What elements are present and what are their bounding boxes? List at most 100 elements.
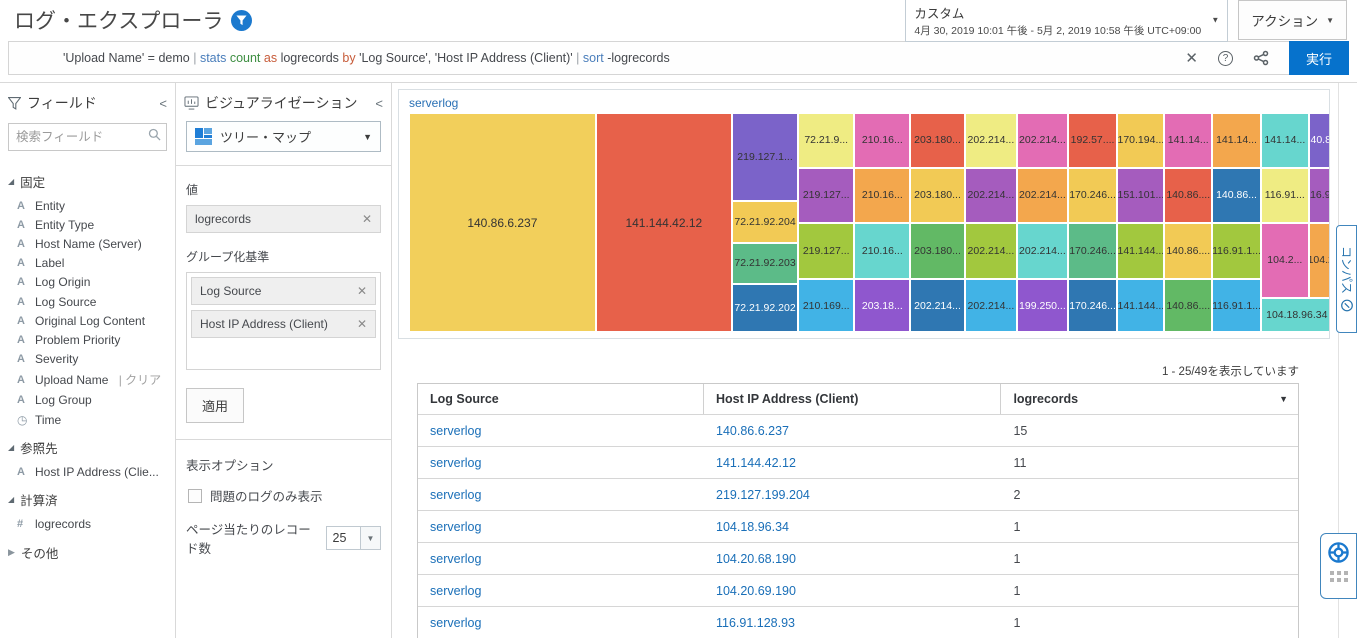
treemap-tile[interactable]: 202.214... xyxy=(965,223,1017,280)
log-source-link[interactable]: serverlog xyxy=(430,488,481,502)
field-item[interactable]: ◷Time xyxy=(8,410,169,429)
host-ip-link[interactable]: 141.144.42.12 xyxy=(716,456,796,470)
treemap-tile[interactable]: 210.169... xyxy=(798,279,854,332)
clear-link[interactable]: | クリア xyxy=(115,371,161,388)
treemap-tile[interactable]: 203.180... xyxy=(910,223,964,280)
treemap-tile[interactable]: 72.21.9... xyxy=(798,113,854,168)
field-group-header[interactable]: ◢固定 xyxy=(8,172,169,191)
filter-badge-icon[interactable] xyxy=(231,10,252,31)
treemap-tile[interactable]: 210.16... xyxy=(854,113,910,168)
treemap-tile[interactable]: 170.246... xyxy=(1068,223,1118,280)
treemap-tile[interactable]: 140.86.... xyxy=(1164,279,1212,332)
treemap-tile[interactable]: 202.214... xyxy=(1017,168,1068,223)
sort-desc-icon[interactable]: ▼ xyxy=(1279,394,1288,404)
treemap-tile[interactable]: 202.214... xyxy=(910,279,964,332)
help-icon[interactable]: ? xyxy=(1218,51,1233,66)
host-ip-link[interactable]: 104.20.68.190 xyxy=(716,552,796,566)
problem-logs-checkbox[interactable] xyxy=(188,489,202,503)
field-item[interactable]: AEntity xyxy=(8,196,169,215)
field-item[interactable]: AUpload Name | クリア xyxy=(8,369,169,391)
treemap-tile[interactable]: 202.214... xyxy=(965,113,1017,168)
log-source-link[interactable]: serverlog xyxy=(430,616,481,630)
actions-button[interactable]: アクション ▼ xyxy=(1238,0,1347,40)
treemap-tile[interactable]: 140.86.... xyxy=(1164,168,1212,223)
treemap-tile[interactable]: 104.18.96.34 xyxy=(1261,298,1329,332)
viz-type-select[interactable]: ツリー・マップ ▼ xyxy=(186,121,381,152)
treemap-tile[interactable]: 116.91... xyxy=(1261,168,1309,223)
treemap-tile[interactable]: 104.2 xyxy=(1309,223,1329,298)
treemap-tile[interactable]: 210.16... xyxy=(854,223,910,280)
field-item[interactable]: AProblem Priority xyxy=(8,330,169,349)
compass-tab[interactable]: コンパス xyxy=(1336,225,1357,333)
groupby-chip[interactable]: Host IP Address (Client)✕ xyxy=(191,310,376,338)
query-text[interactable]: 'Upload Name' = demo | stats count as lo… xyxy=(63,51,670,65)
collapse-triangle-icon[interactable]: ◢ xyxy=(8,495,14,504)
log-source-link[interactable]: serverlog xyxy=(430,424,481,438)
treemap-tile[interactable]: 203.180... xyxy=(910,168,964,223)
treemap-tile[interactable]: 219.127.1... xyxy=(732,113,798,201)
field-item[interactable]: ASeverity xyxy=(8,350,169,369)
drag-handle-icon[interactable] xyxy=(1330,571,1348,582)
treemap-tile[interactable]: 141.144... xyxy=(1117,279,1164,332)
treemap-tile[interactable]: 141.14... xyxy=(1212,113,1261,168)
log-source-link[interactable]: serverlog xyxy=(430,584,481,598)
help-widget[interactable] xyxy=(1320,533,1357,599)
collapse-panel-icon[interactable]: < xyxy=(159,96,167,111)
query-bar[interactable]: 'Upload Name' = demo | stats count as lo… xyxy=(8,41,1349,75)
clear-query-icon[interactable]: ✕ xyxy=(1185,49,1198,67)
treemap-tile[interactable]: 202.214... xyxy=(1017,113,1068,168)
treemap-tile[interactable]: 151.101... xyxy=(1117,168,1164,223)
host-ip-link[interactable]: 104.20.69.190 xyxy=(716,584,796,598)
treemap-tile[interactable]: 140.86 xyxy=(1309,113,1329,168)
field-item[interactable]: ALog Group xyxy=(8,391,169,410)
page-size-select[interactable]: 25 ▼ xyxy=(326,526,381,550)
remove-chip-icon[interactable]: ✕ xyxy=(362,212,372,226)
treemap-tile[interactable]: 140.86... xyxy=(1212,168,1261,223)
treemap-tile[interactable]: 141.14... xyxy=(1164,113,1212,168)
collapse-panel-icon[interactable]: < xyxy=(375,96,383,111)
field-item[interactable]: AHost Name (Server) xyxy=(8,234,169,253)
expand-triangle-icon[interactable]: ▶ xyxy=(8,547,15,558)
treemap-tile[interactable]: 116.91.1... xyxy=(1212,279,1261,332)
search-fields-input[interactable] xyxy=(8,123,167,151)
field-item[interactable]: AHost IP Address (Clie... xyxy=(8,462,169,481)
field-item[interactable]: ALabel xyxy=(8,254,169,273)
treemap-tile[interactable]: 170.194... xyxy=(1117,113,1164,168)
column-header-logrecords[interactable]: logrecords ▼ xyxy=(1001,384,1298,414)
run-button[interactable]: 実行 xyxy=(1289,41,1349,75)
field-group-header[interactable]: ◢計算済 xyxy=(8,490,169,509)
value-chip[interactable]: logrecords ✕ xyxy=(186,205,381,233)
treemap-tile[interactable]: 202.214... xyxy=(965,168,1017,223)
host-ip-link[interactable]: 140.86.6.237 xyxy=(716,424,789,438)
treemap-tile[interactable]: 141.144.42.12 xyxy=(596,113,732,332)
search-icon[interactable] xyxy=(148,128,161,146)
treemap-tile[interactable]: 192.57.... xyxy=(1068,113,1118,168)
treemap-tile[interactable]: 140.86.6.237 xyxy=(409,113,596,332)
field-item[interactable]: #logrecords xyxy=(8,514,169,533)
treemap-tile[interactable]: 203.18... xyxy=(854,279,910,332)
share-icon[interactable] xyxy=(1253,50,1269,66)
treemap-tile[interactable]: 116.91.1... xyxy=(1212,223,1261,280)
field-item[interactable]: AEntity Type xyxy=(8,215,169,234)
host-ip-link[interactable]: 104.18.96.34 xyxy=(716,520,789,534)
log-source-link[interactable]: serverlog xyxy=(430,456,481,470)
log-source-link[interactable]: serverlog xyxy=(430,552,481,566)
treemap-tile[interactable]: 202.214... xyxy=(965,279,1017,332)
field-item[interactable]: ALog Source xyxy=(8,292,169,311)
time-range-picker[interactable]: カスタム 4月 30, 2019 10:01 午後 - 5月 2, 2019 1… xyxy=(905,0,1228,42)
treemap-tile[interactable]: 203.180... xyxy=(910,113,964,168)
treemap-tile[interactable]: 141.144... xyxy=(1117,223,1164,280)
treemap-tile[interactable]: 72.21.92.202 xyxy=(732,284,798,332)
host-ip-link[interactable]: 116.91.128.93 xyxy=(716,616,795,630)
treemap-tile[interactable]: 104.2... xyxy=(1261,223,1309,298)
remove-chip-icon[interactable]: ✕ xyxy=(357,317,367,331)
treemap-group-label[interactable]: serverlog xyxy=(399,90,1329,113)
treemap-tile[interactable]: 72.21.92.203 xyxy=(732,243,798,283)
field-item[interactable]: ALog Origin xyxy=(8,273,169,292)
treemap-tile[interactable]: 219.127... xyxy=(798,168,854,223)
treemap-tile[interactable]: 141.14... xyxy=(1261,113,1309,168)
host-ip-link[interactable]: 219.127.199.204 xyxy=(716,488,810,502)
field-group-header[interactable]: ▶その他 xyxy=(8,543,169,562)
treemap-tile[interactable]: 219.127... xyxy=(798,223,854,280)
treemap-tile[interactable]: 116.91 xyxy=(1309,168,1329,223)
